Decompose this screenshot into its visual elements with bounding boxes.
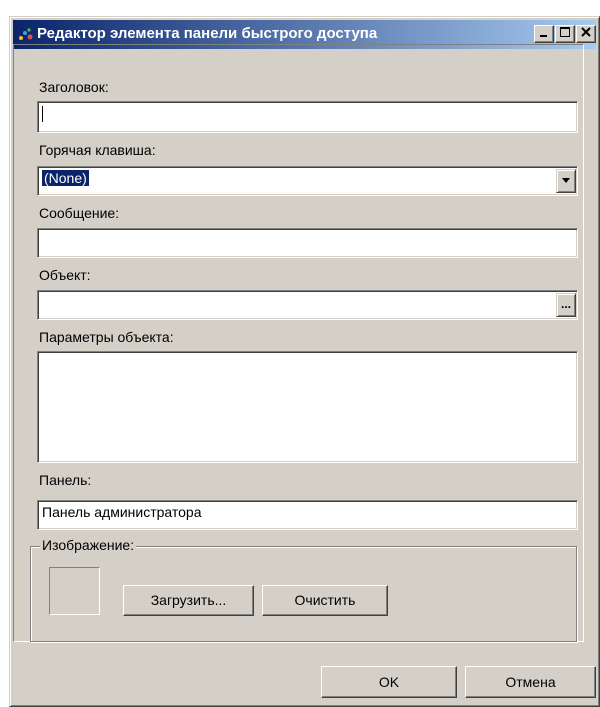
panel-input[interactable]: Панель администратора — [37, 500, 578, 530]
object-params-label: Параметры объекта: — [39, 329, 174, 345]
minimize-button[interactable] — [534, 25, 554, 43]
object-params-textarea[interactable] — [37, 351, 578, 463]
text-caret — [42, 106, 43, 123]
ok-button[interactable]: OK — [321, 666, 457, 698]
minimize-icon — [538, 27, 550, 41]
hotkey-label: Горячая клавиша: — [39, 142, 156, 158]
close-button[interactable] — [576, 25, 596, 43]
object-label: Объект: — [39, 267, 91, 283]
close-icon — [580, 27, 592, 41]
hotkey-select[interactable]: (None) — [37, 166, 578, 196]
image-preview — [49, 567, 100, 615]
title-label: Заголовок: — [39, 79, 109, 95]
ellipsis-icon: ... — [560, 297, 571, 311]
cancel-button[interactable]: Отмена — [465, 666, 596, 698]
hotkey-selected-value: (None) — [41, 169, 90, 187]
window-title: Редактор элемента панели быстрого доступ… — [37, 25, 378, 42]
title-input[interactable] — [37, 101, 578, 133]
message-input[interactable] — [37, 228, 578, 258]
chevron-down-icon — [560, 178, 572, 193]
panel-label: Панель: — [39, 472, 92, 488]
load-image-button[interactable]: Загрузить... — [123, 585, 254, 616]
clear-image-button[interactable]: Очистить — [262, 585, 388, 616]
object-input[interactable] — [37, 290, 578, 320]
maximize-button[interactable] — [555, 25, 575, 43]
quick-access-panel-icon — [17, 26, 35, 44]
message-label: Сообщение: — [39, 205, 120, 221]
image-group-label: Изображение: — [40, 537, 137, 553]
object-browse-button[interactable]: ... — [556, 293, 576, 317]
hotkey-dropdown-button[interactable] — [556, 169, 576, 193]
maximize-icon — [559, 27, 571, 41]
